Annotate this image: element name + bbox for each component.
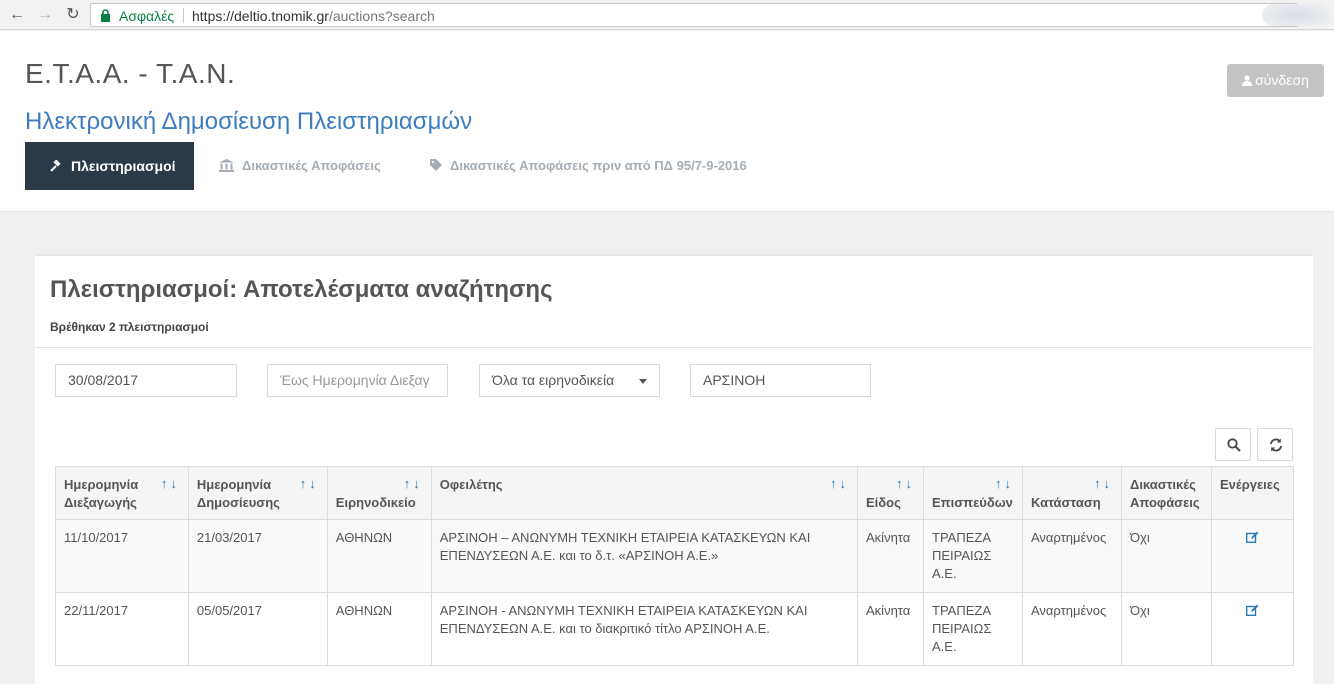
debtor-input[interactable]: ΑΡΣΙΝΟΗ [690,364,871,397]
site-header: E.T.A.A. - T.A.N. Ηλεκτρονική Δημοσίευση… [0,31,1334,212]
address-separator [183,8,184,23]
tag-icon [430,159,442,171]
col-petitioner[interactable]: Επισπεύδων ↑↓ [923,466,1023,520]
profile-avatar[interactable] [1262,4,1330,26]
cell-date-held: 22/11/2017 [55,592,189,666]
sort-arrows-icon[interactable]: ↑↓ [1094,475,1113,493]
login-label: σύνδεση [1255,72,1309,88]
search-icon [1227,438,1241,452]
cell-petitioner: ΤΡΑΠΕΖΑ ΠΕΙΡΑΙΩΣ Α.Ε. [923,592,1023,666]
table-row: 22/11/2017 05/05/2017 ΑΘΗΝΩΝ ΑΡΣΙΝΟΗ - Α… [55,592,1295,666]
tab-auctions-label: Πλειστηριασμοί [71,158,176,174]
date-to-input[interactable]: Έως Ημερομηνία Διεξαγ [267,364,448,397]
table-row: 11/10/2017 21/03/2017 ΑΘΗΝΩΝ ΑΡΣΙΝΟΗ – Α… [55,519,1295,593]
col-actions-label: Ενέργειες [1219,477,1280,492]
secure-label: Ασφαλές [119,8,175,24]
url-path: /auctions?search [328,8,435,24]
col-type-label: Είδος [866,495,901,510]
url-host: https://deltio.tnomik.gr [192,8,329,24]
col-decisions: Δικαστικές Αποφάσεις [1120,466,1212,520]
sort-arrows-icon[interactable]: ↑↓ [300,475,319,493]
col-court-label: Ειρηνοδικείο [335,495,416,510]
edit-icon[interactable] [1245,604,1259,616]
sort-arrows-icon[interactable]: ↑↓ [995,475,1014,493]
search-button[interactable] [1215,428,1251,461]
reset-button[interactable] [1257,428,1293,461]
cell-decisions: Όχι [1120,519,1212,593]
col-date-published-line2: Δημοσίευσης [196,495,280,510]
page-title: Πλειστηριασμοί: Αποτελέσματα αναζήτησης [50,276,553,303]
divider [35,347,1313,348]
tab-old-decisions[interactable]: Δικαστικές Αποφάσεις πριν από ΠΔ 95/7-9-… [430,142,747,190]
tab-court-decisions[interactable]: Δικαστικές Αποφάσεις [219,142,381,190]
sort-arrows-icon[interactable]: ↑↓ [404,475,423,493]
forward-arrow-icon[interactable]: → [36,6,54,24]
cell-date-held: 11/10/2017 [55,519,189,593]
cell-actions [1210,519,1295,593]
date-from-input[interactable]: 30/08/2017 [55,364,237,397]
edit-icon[interactable] [1245,531,1259,543]
url-text[interactable]: https://deltio.tnomik.gr/auctions?search [192,8,435,24]
reload-icon[interactable]: ↻ [64,6,82,24]
col-status-label: Κατάσταση [1030,495,1101,510]
cell-type: Ακίνητα [857,592,924,666]
results-panel: Πλειστηριασμοί: Αποτελέσματα αναζήτησης … [35,254,1313,684]
gavel-icon [50,159,61,172]
tab-auctions[interactable]: Πλειστηριασμοί [25,142,194,190]
cell-petitioner: ΤΡΑΠΕΖΑ ΠΕΙΡΑΙΩΣ Α.Ε. [923,519,1023,593]
refresh-icon [1270,438,1282,452]
cell-date-published: 21/03/2017 [187,519,328,593]
sort-arrows-icon[interactable]: ↑↓ [830,475,849,493]
cell-court: ΑΘΗΝΩΝ [326,519,432,593]
sort-arrows-icon[interactable]: ↑↓ [161,475,180,493]
court-select-value: Όλα τα ειρηνοδικεία [492,372,615,388]
auctions-table: Ημερομηνία Διεξαγωγής ↑↓ Ημερομηνία Δημο… [55,466,1295,666]
caret-down-icon [639,379,647,384]
bank-icon [219,159,234,172]
col-court[interactable]: Ειρηνοδικείο ↑↓ [326,466,432,520]
cell-debtor: ΑΡΣΙΝΟΗ – ΑΝΩΝΥΜΗ ΤΕΧΝΙΚΗ ΕΤΑΙΡΕΙΑ ΚΑΤΑΣ… [430,519,859,593]
col-decisions-line1: Δικαστικές [1129,477,1196,492]
cell-type: Ακίνητα [857,519,924,593]
col-petitioner-label: Επισπεύδων [932,495,1013,510]
col-debtor[interactable]: Οφειλέτης ↑↓ [430,466,859,520]
cell-status: Αναρτημένος [1021,592,1122,666]
results-count: Βρέθηκαν 2 πλειστηριασμοί [50,320,209,334]
browser-toolbar: ← → ↻ Ασφαλές https://deltio.tnomik.gr/a… [0,0,1334,30]
court-select[interactable]: Όλα τα ειρηνοδικεία [479,364,660,397]
address-bar[interactable]: Ασφαλές https://deltio.tnomik.gr/auction… [90,3,1298,27]
user-icon [1242,75,1253,86]
cell-court: ΑΘΗΝΩΝ [326,592,432,666]
cell-date-published: 05/05/2017 [187,592,328,666]
sort-arrows-icon[interactable]: ↑↓ [896,475,915,493]
cell-decisions: Όχι [1120,592,1212,666]
login-button[interactable]: σύνδεση [1227,64,1324,97]
table-header-row: Ημερομηνία Διεξαγωγής ↑↓ Ημερομηνία Δημο… [55,466,1295,520]
col-date-held-line2: Διεξαγωγής [64,495,137,510]
cell-actions [1210,592,1295,666]
cell-status: Αναρτημένος [1021,519,1122,593]
col-decisions-line2: Αποφάσεις [1129,495,1200,510]
col-actions: Ενέργειες [1210,466,1295,520]
tab-old-decisions-label: Δικαστικές Αποφάσεις πριν από ΠΔ 95/7-9-… [450,158,747,173]
col-status[interactable]: Κατάσταση ↑↓ [1021,466,1122,520]
tab-court-decisions-label: Δικαστικές Αποφάσεις [242,158,381,173]
site-subtitle[interactable]: Ηλεκτρονική Δημοσίευση Πλειστηριασμών [25,108,472,136]
back-arrow-icon[interactable]: ← [8,6,26,24]
col-date-published[interactable]: Ημερομηνία Δημοσίευσης ↑↓ [187,466,328,520]
col-debtor-label: Οφειλέτης [439,477,503,492]
col-date-held[interactable]: Ημερομηνία Διεξαγωγής ↑↓ [55,466,189,520]
col-type[interactable]: Είδος ↑↓ [857,466,924,520]
site-title: E.T.A.A. - T.A.N. [25,58,236,89]
cell-debtor: ΑΡΣΙΝΟΗ - ΑΝΩΝΥΜΗ ΤΕΧΝΙΚΗ ΕΤΑΙΡΕΙΑ ΚΑΤΑΣ… [430,592,859,666]
lock-icon [101,9,110,22]
